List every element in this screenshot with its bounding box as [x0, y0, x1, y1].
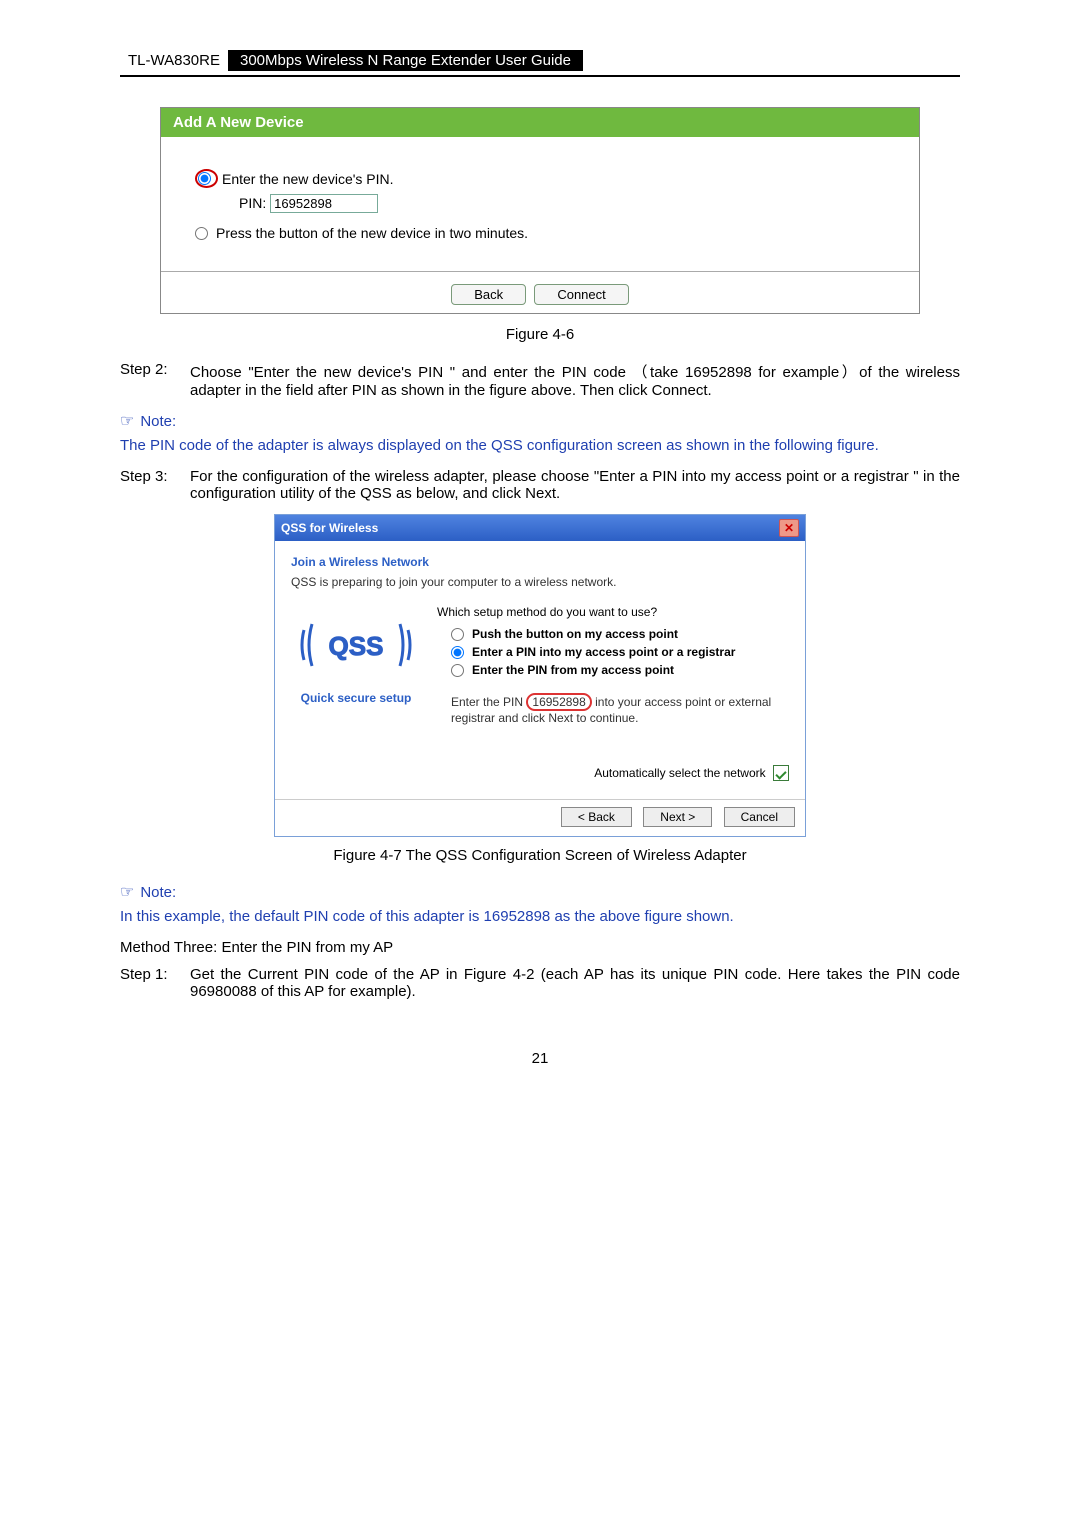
step-1: Step 1: Get the Current PIN code of the …: [120, 966, 960, 1000]
back-button[interactable]: Back: [451, 284, 526, 305]
wizard-radio-enter-pin[interactable]: [451, 646, 464, 659]
highlight-circle: [195, 169, 218, 188]
wizard-info: Enter the PIN 16952898 into your access …: [451, 693, 789, 725]
panel-title: Add A New Device: [161, 108, 919, 137]
step-3-text: For the configuration of the wireless ad…: [190, 468, 960, 502]
figure-4-6-caption: Figure 4-6: [120, 326, 960, 343]
step-2: Step 2: Choose "Enter the new device's P…: [120, 361, 960, 399]
step-3: Step 3: For the configuration of the wir…: [120, 468, 960, 502]
qss-wizard-window: QSS for Wireless ✕ Join a Wireless Netwo…: [274, 514, 806, 837]
hand-icon: ☞: [120, 411, 134, 431]
hand-icon: ☞: [120, 882, 134, 902]
wizard-sidebar: QSS Quick secure setup: [291, 605, 421, 725]
wizard-radio-push[interactable]: [451, 628, 464, 641]
wizard-buttons: < Back Next > Cancel: [275, 799, 805, 836]
qss-logo-caption: Quick secure setup: [291, 691, 421, 705]
add-device-panel: Add A New Device Enter the new device's …: [160, 107, 920, 314]
doc-header: TL-WA830RE 300Mbps Wireless N Range Exte…: [120, 50, 960, 77]
step-2-text: Choose "Enter the new device's PIN " and…: [190, 361, 960, 399]
connect-button[interactable]: Connect: [534, 284, 628, 305]
step-2-label: Step 2:: [120, 361, 190, 399]
wizard-auto-row: Automatically select the network: [291, 765, 789, 781]
note-1-label-text: Note:: [140, 413, 176, 430]
panel-buttons: Back Connect: [161, 271, 919, 313]
radio-press-button-label: Press the button of the new device in tw…: [216, 225, 528, 241]
doc-title: 300Mbps Wireless N Range Extender User G…: [228, 50, 583, 71]
page-number: 21: [120, 1050, 960, 1067]
qss-logo-icon: QSS: [296, 605, 416, 685]
wizard-back-button[interactable]: < Back: [561, 807, 632, 827]
note-2-label: ☞ Note:: [120, 882, 960, 902]
wizard-subtext: QSS is preparing to join your computer t…: [291, 575, 789, 589]
step-1-label: Step 1:: [120, 966, 190, 1000]
wizard-auto-checkbox[interactable]: [773, 765, 789, 781]
wizard-cancel-button[interactable]: Cancel: [724, 807, 795, 827]
figure-4-7-caption: Figure 4-7 The QSS Configuration Screen …: [120, 847, 960, 864]
close-icon[interactable]: ✕: [779, 519, 799, 537]
step-1-text: Get the Current PIN code of the AP in Fi…: [190, 966, 960, 1000]
pin-input[interactable]: [270, 194, 378, 213]
wizard-opt-enter-pin: Enter a PIN into my access point or a re…: [472, 645, 735, 659]
wizard-pin-highlight: 16952898: [526, 693, 591, 711]
wizard-question: Which setup method do you want to use?: [437, 605, 789, 619]
note-2-text: In this example, the default PIN code of…: [120, 908, 960, 925]
method-three: Method Three: Enter the PIN from my AP: [120, 939, 960, 956]
wizard-opt-from-ap: Enter the PIN from my access point: [472, 663, 674, 677]
pin-label: PIN:: [239, 195, 266, 211]
wizard-heading: Join a Wireless Network: [291, 555, 789, 569]
wizard-auto-label: Automatically select the network: [594, 766, 765, 780]
wizard-titlebar: QSS for Wireless ✕: [275, 515, 805, 541]
note-1-label: ☞ Note:: [120, 411, 960, 431]
note-2-label-text: Note:: [140, 884, 176, 901]
note-1-text: The PIN code of the adapter is always di…: [120, 437, 960, 454]
radio-enter-pin-label: Enter the new device's PIN.: [222, 171, 394, 187]
wizard-info-prefix: Enter the PIN: [451, 695, 523, 709]
document-page: TL-WA830RE 300Mbps Wireless N Range Exte…: [0, 0, 1080, 1527]
wizard-title-text: QSS for Wireless: [281, 521, 378, 535]
model-label: TL-WA830RE: [120, 50, 228, 71]
radio-press-button[interactable]: [195, 227, 208, 240]
wizard-opt-push: Push the button on my access point: [472, 627, 678, 641]
svg-text:QSS: QSS: [329, 631, 384, 661]
step-3-label: Step 3:: [120, 468, 190, 502]
wizard-radio-from-ap[interactable]: [451, 664, 464, 677]
wizard-next-button[interactable]: Next >: [643, 807, 712, 827]
radio-enter-pin[interactable]: [198, 172, 211, 185]
